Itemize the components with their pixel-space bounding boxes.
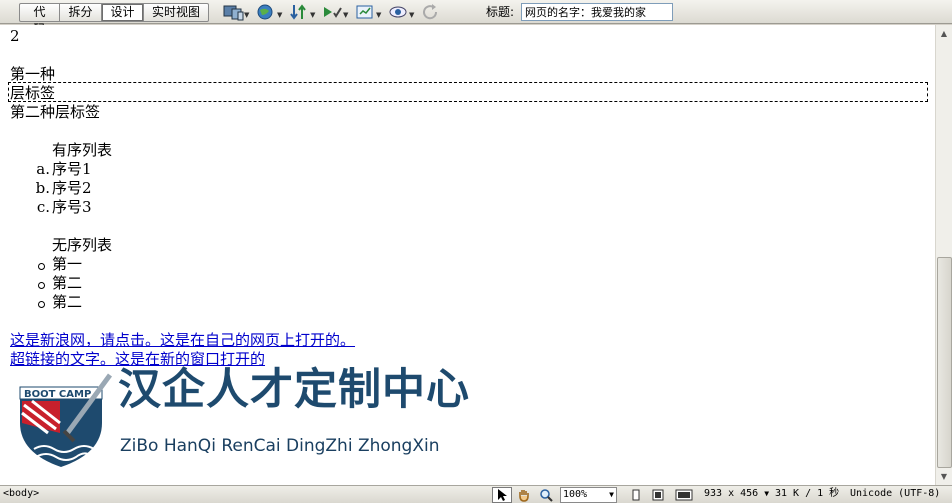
download-size-readout: 31 K / 1 秒 <box>775 488 840 499</box>
view-switcher: 代码 拆分 设计 实时视图 <box>19 2 209 36</box>
text-line: 第二种层标签 <box>10 103 101 121</box>
list-item: b. 序号2 <box>10 179 355 198</box>
refresh-icon[interactable] <box>421 2 451 22</box>
tag-selector-body[interactable]: <body> <box>3 486 39 502</box>
scrollbar-thumb[interactable] <box>937 257 952 468</box>
hand-tool-icon[interactable] <box>514 487 534 503</box>
page-title-input[interactable] <box>521 2 674 21</box>
list-item-text: 第二 <box>52 274 83 292</box>
chevron-down-icon: ▼ <box>609 490 614 499</box>
preview-browser-icon[interactable]: ▼ <box>256 2 286 22</box>
window-size-medium-icon[interactable] <box>648 487 668 503</box>
list-item: 第二 <box>10 274 355 293</box>
list-marker: b. <box>35 179 50 197</box>
check-page-icon[interactable]: ▼ <box>322 2 352 22</box>
title-label: 标题: <box>486 5 515 19</box>
zoom-value: 100% <box>563 489 588 500</box>
status-bar: <body> 100% ▼ 933 x 456 ▼ 31 K / 1 秒 Uni… <box>0 485 952 503</box>
zoom-select[interactable]: 100% ▼ <box>560 487 617 503</box>
file-management-icon[interactable]: ▼ <box>289 2 319 22</box>
list-item-text: 序号2 <box>52 179 92 197</box>
list-item: a. 序号1 <box>10 160 355 179</box>
logo-title-en: ZiBo HanQi RenCai DingZhi ZhongXin <box>120 436 440 456</box>
logo-badge-text: BOOT CAMP <box>24 389 91 400</box>
list-item-text: 序号3 <box>52 198 92 216</box>
design-canvas[interactable]: 2 第一种 层标签 第二种层标签 有序列表 a. 序号1 b. 序号2 c. 序… <box>0 25 935 485</box>
list-item: 第一 <box>10 255 355 274</box>
chevron-down-icon: ▼ <box>764 489 770 498</box>
scroll-up-arrow-icon[interactable]: ▲ <box>936 25 952 42</box>
circle-bullet-icon <box>10 293 52 312</box>
hanqi-logo-image: BOOT CAMP 汉企人才定制中心 ZiBo HanQi RenCai Din… <box>14 365 504 471</box>
unordered-list-caption: 无序列表 <box>52 236 113 254</box>
split-view-button[interactable]: 拆分 <box>60 2 102 22</box>
logo-title-cn: 汉企人才定制中心 <box>118 365 470 415</box>
visual-aids-icon[interactable]: ▼ <box>355 2 385 22</box>
circle-bullet-icon <box>10 274 52 293</box>
select-tool-icon[interactable] <box>492 487 512 503</box>
scroll-down-arrow-icon[interactable]: ▼ <box>936 468 952 485</box>
multiscreen-icon[interactable]: ▼ <box>223 2 253 22</box>
live-view-button[interactable]: 实时视图 <box>144 2 209 22</box>
page-content: 2 第一种 层标签 第二种层标签 有序列表 a. 序号1 b. 序号2 c. 序… <box>10 27 355 369</box>
list-item: 第二 <box>10 293 355 312</box>
window-size-readout[interactable]: 933 x 456 ▼ <box>704 486 769 502</box>
list-item: c. 序号3 <box>10 198 355 217</box>
boot-camp-shield-icon: BOOT CAMP <box>19 373 113 467</box>
text-line: 2 <box>10 27 20 45</box>
sina-link[interactable]: 这是新浪网，请点击。这是在自己的网页上打开的。 <box>10 331 355 350</box>
ordered-list-caption: 有序列表 <box>52 141 113 159</box>
circle-bullet-icon <box>10 255 52 274</box>
code-view-button[interactable]: 代码 <box>19 2 60 36</box>
list-item-text: 第一 <box>52 255 83 273</box>
list-item-text: 第二 <box>52 293 83 311</box>
window-size-wide-icon[interactable] <box>674 487 694 503</box>
encoding-readout: Unicode (UTF-8) <box>850 488 941 499</box>
list-marker: c. <box>36 198 50 216</box>
vertical-scrollbar[interactable]: ▲ ▼ <box>935 25 952 485</box>
layer-text: 层标签 <box>10 84 56 102</box>
view-options-icon[interactable]: ▼ <box>388 2 418 22</box>
zoom-tool-icon[interactable] <box>536 487 556 503</box>
design-view-button[interactable]: 设计 <box>102 2 144 22</box>
window-size-narrow-icon[interactable] <box>626 487 646 503</box>
list-item-text: 序号1 <box>52 160 92 178</box>
list-marker: a. <box>36 160 50 178</box>
toolbar-icons: ▼ ▼ ▼ ▼ ▼ ▼ <box>223 2 454 22</box>
text-line: 第一种 <box>10 65 56 83</box>
document-toolbar: 代码 拆分 设计 实时视图 ▼ ▼ ▼ ▼ ▼ ▼ <box>0 0 952 36</box>
window-size-value: 933 x 456 <box>704 488 759 499</box>
